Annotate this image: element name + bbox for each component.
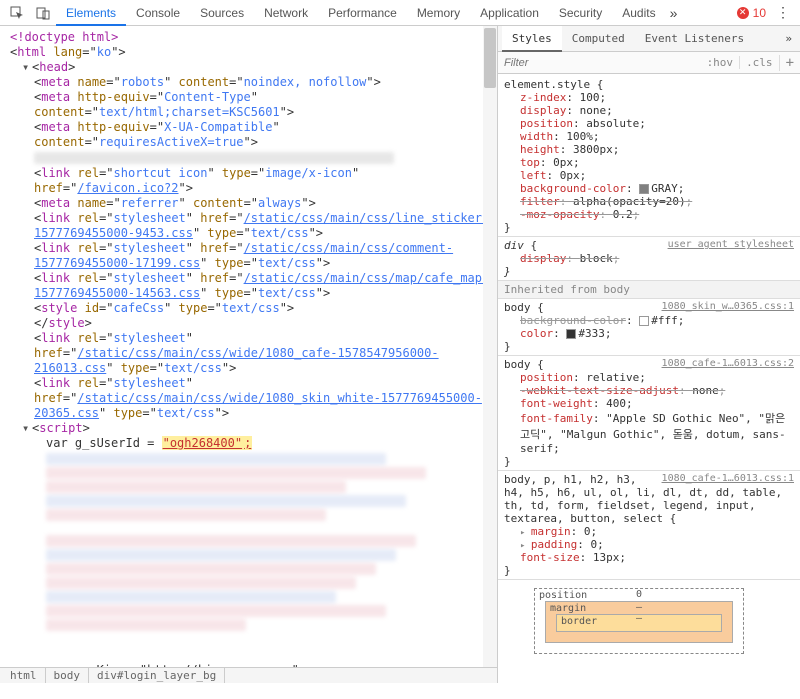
side-tabs-overflow-icon[interactable]: »	[785, 32, 792, 45]
rule-block[interactable]: 1080_skin_w…0365.css:1body { background-…	[498, 299, 800, 356]
dom-tree[interactable]: <!doctype html> <html lang="ko"> ▾<head>…	[0, 26, 497, 667]
dom-panel: <!doctype html> <html lang="ko"> ▾<head>…	[0, 26, 498, 683]
rule-block[interactable]: element.style { z-index: 100;display: no…	[498, 76, 800, 237]
tabs-overflow-icon[interactable]: »	[670, 5, 678, 21]
new-rule-button[interactable]: +	[779, 55, 800, 71]
device-icon[interactable]	[30, 1, 56, 25]
expand-icon[interactable]: ▾	[22, 421, 32, 436]
dom-line[interactable]: <link rel="stylesheet" href="/static/css…	[10, 271, 497, 301]
color-swatch[interactable]	[639, 316, 649, 326]
dom-line[interactable]: </style>	[10, 316, 497, 331]
tab-application[interactable]: Application	[470, 0, 549, 26]
dom-blur	[10, 453, 497, 663]
filter-bar: :hov .cls +	[498, 52, 800, 74]
side-tab-event-listeners[interactable]: Event Listeners	[635, 26, 754, 52]
dom-line[interactable]: <link rel="stylesheet" href="/static/css…	[10, 211, 497, 241]
css-prop[interactable]: background-color: GRAY;	[504, 182, 794, 195]
tab-audits[interactable]: Audits	[612, 0, 665, 26]
rule-source[interactable]: user agent stylesheet	[668, 239, 794, 250]
devtools-toolbar: ElementsConsoleSourcesNetworkPerformance…	[0, 0, 800, 26]
styles-panel: StylesComputedEvent Listeners » :hov .cls…	[498, 26, 800, 683]
error-icon: ✕	[737, 7, 749, 19]
scrollbar-thumb[interactable]	[484, 28, 496, 88]
tab-console[interactable]: Console	[126, 0, 190, 26]
tab-security[interactable]: Security	[549, 0, 612, 26]
error-badge[interactable]: ✕ 10	[737, 6, 766, 20]
filter-input[interactable]	[498, 57, 701, 69]
css-prop[interactable]: width: 100%;	[504, 130, 794, 143]
dom-line[interactable]: <link rel="stylesheet" href="/static/css…	[10, 331, 497, 376]
dom-line[interactable]: <meta name="referrer" content="always">	[10, 196, 497, 211]
color-swatch[interactable]	[639, 184, 649, 194]
crumb-item[interactable]: html	[2, 668, 46, 683]
rule-block[interactable]: 1080_cafe-1…6013.css:2body { position: r…	[498, 356, 800, 471]
dom-line[interactable]: <link rel="stylesheet" href="/static/css…	[10, 241, 497, 271]
dom-line[interactable]: ▾<script>	[10, 421, 497, 436]
dom-line[interactable]: ▾<head>	[10, 60, 497, 75]
css-prop[interactable]: -moz-opacity: 0.2;	[504, 208, 794, 221]
tab-sources[interactable]: Sources	[190, 0, 254, 26]
tab-memory[interactable]: Memory	[407, 0, 470, 26]
css-prop[interactable]: display: none;	[504, 104, 794, 117]
error-count: 10	[753, 6, 766, 20]
dom-line-highlight[interactable]: var g_sUserId = "ogh268400";	[10, 436, 497, 451]
rules-list: element.style { z-index: 100;display: no…	[498, 74, 800, 683]
dom-blur	[10, 152, 497, 164]
inspect-icon[interactable]	[4, 1, 30, 25]
rule-block[interactable]: 1080_cafe-1…6013.css:1body, p, h1, h2, h…	[498, 471, 800, 580]
side-tab-styles[interactable]: Styles	[502, 26, 562, 52]
dom-line[interactable]: <meta name="robots" content="noindex, no…	[10, 75, 497, 90]
crumb-item[interactable]: div#login_layer_bg	[89, 668, 225, 683]
side-tabs: StylesComputedEvent Listeners »	[498, 26, 800, 52]
css-prop[interactable]: left: 0px;	[504, 169, 794, 182]
crumb-item[interactable]: body	[46, 668, 90, 683]
css-prop[interactable]: height: 3800px;	[504, 143, 794, 156]
dom-line[interactable]: <meta http-equiv="Content-Type" content=…	[10, 90, 497, 120]
css-prop[interactable]: filter: alpha(opacity=20);	[504, 195, 794, 208]
rule-source[interactable]: 1080_cafe-1…6013.css:1	[662, 473, 794, 484]
dom-line[interactable]: <html lang="ko">	[10, 45, 497, 60]
rule-source[interactable]: 1080_cafe-1…6013.css:2	[662, 358, 794, 369]
box-model[interactable]: position 0 margin – border –	[498, 580, 800, 654]
inherited-divider: Inherited from body	[498, 281, 800, 299]
css-prop[interactable]: position: absolute;	[504, 117, 794, 130]
highlighted-semi: ;	[243, 436, 252, 450]
cls-toggle[interactable]: .cls	[739, 56, 779, 69]
dom-line[interactable]: <link rel="shortcut icon" type="image/x-…	[10, 166, 497, 196]
expand-icon[interactable]: ▾	[22, 60, 32, 75]
dom-line[interactable]: <meta http-equiv="X-UA-Compatible" conte…	[10, 120, 497, 150]
hov-toggle[interactable]: :hov	[701, 56, 740, 69]
tab-elements[interactable]: Elements	[56, 0, 126, 26]
css-prop[interactable]: z-index: 100;	[504, 91, 794, 104]
color-swatch[interactable]	[566, 329, 576, 339]
dom-line[interactable]: <style id="cafeCss" type="text/css">	[10, 301, 497, 316]
highlighted-value: "ogh268400"	[162, 436, 243, 450]
rule-source[interactable]: 1080_skin_w…0365.css:1	[662, 301, 794, 312]
dom-line[interactable]: <!doctype html>	[10, 30, 497, 45]
tab-network[interactable]: Network	[254, 0, 318, 26]
dom-line[interactable]: <link rel="stylesheet" href="/static/css…	[10, 376, 497, 421]
side-tab-computed[interactable]: Computed	[562, 26, 635, 52]
dom-line[interactable]: var g_sKin = "http://kin.naver.com";	[10, 663, 497, 667]
css-prop[interactable]: top: 0px;	[504, 156, 794, 169]
breadcrumb: htmlbodydiv#login_layer_bg	[0, 667, 497, 683]
tab-performance[interactable]: Performance	[318, 0, 407, 26]
rule-block[interactable]: user agent stylesheetdiv { display: bloc…	[498, 237, 800, 281]
menu-icon[interactable]: ⋮	[776, 4, 790, 21]
